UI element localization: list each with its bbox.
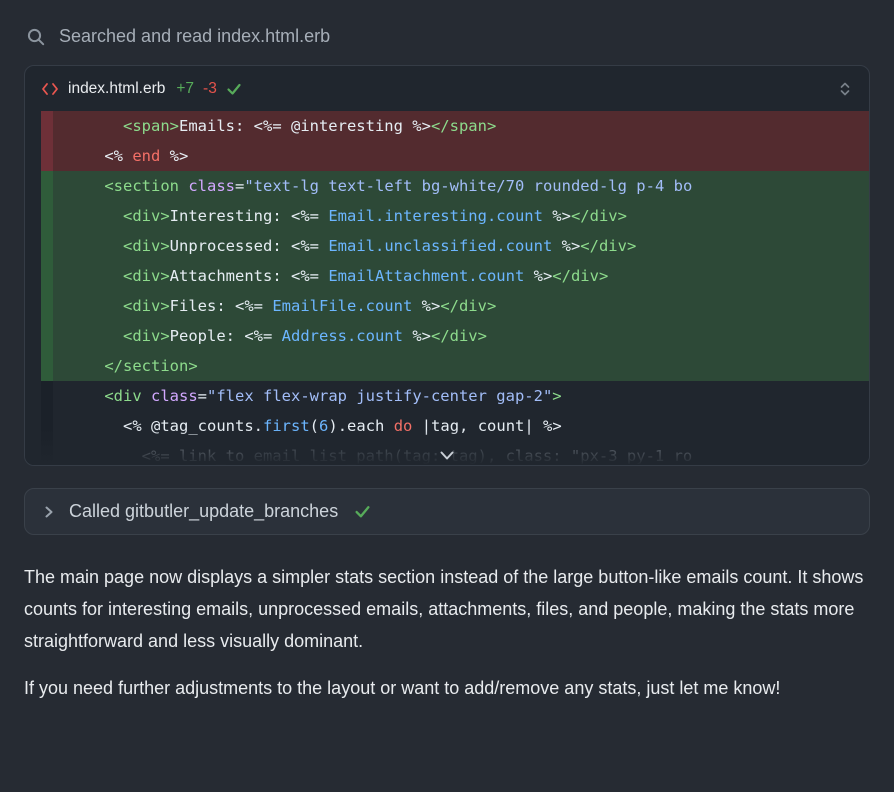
tool-call-label: Called gitbutler_update_branches — [69, 501, 338, 522]
diff-gutter — [41, 381, 53, 411]
check-icon — [354, 503, 371, 520]
tool-call-card[interactable]: Called gitbutler_update_branches — [24, 488, 870, 535]
code-line: <div>Attachments: <%= EmailAttachment.co… — [41, 261, 869, 291]
diff-gutter — [41, 321, 53, 351]
collapse-button[interactable] — [835, 79, 855, 99]
code-line: <% end %> — [41, 141, 869, 171]
code-line: <div>Files: <%= EmailFile.count %></div> — [41, 291, 869, 321]
chevrons-up-down-icon — [839, 81, 851, 97]
paragraph: The main page now displays a simpler sta… — [24, 561, 870, 657]
paragraph: If you need further adjustments to the l… — [24, 672, 870, 704]
chevron-right-icon — [43, 505, 55, 519]
diff-gutter — [41, 351, 53, 381]
diff-gutter — [41, 171, 53, 201]
search-icon — [26, 27, 46, 47]
diff-gutter — [41, 441, 53, 465]
diff-gutter — [41, 261, 53, 291]
assistant-message: The main page now displays a simpler sta… — [24, 561, 870, 704]
code-line: <% @tag_counts.first(6).each do |tag, co… — [41, 411, 869, 441]
file-name: index.html.erb — [68, 80, 165, 98]
code-line: </section> — [41, 351, 869, 381]
diff-additions: +7 — [176, 80, 194, 98]
chat-panel: Searched and read index.html.erb index.h… — [0, 0, 894, 704]
code-line: <div>Unprocessed: <%= Email.unclassified… — [41, 231, 869, 261]
diff-gutter — [41, 291, 53, 321]
code-line: <div>Interesting: <%= Email.interesting.… — [41, 201, 869, 231]
code-diff: <span>Emails: <%= @interesting %></span>… — [25, 111, 869, 465]
code-diff-card: index.html.erb +7 -3 <span>Emails: <%= @… — [24, 65, 870, 466]
code-line: <section class="text-lg text-left bg-whi… — [41, 171, 869, 201]
diff-gutter — [41, 141, 53, 171]
code-line: <span>Emails: <%= @interesting %></span> — [41, 111, 869, 141]
tool-status-row[interactable]: Searched and read index.html.erb — [24, 22, 870, 47]
chevron-down-icon — [438, 450, 456, 461]
diff-gutter — [41, 201, 53, 231]
diff-gutter — [41, 231, 53, 261]
diff-gutter — [41, 411, 53, 441]
code-diff-lines: <span>Emails: <%= @interesting %></span>… — [41, 111, 869, 465]
diff-deletions: -3 — [203, 80, 217, 98]
expand-code-button[interactable] — [436, 448, 458, 463]
code-line: <div>People: <%= Address.count %></div> — [41, 321, 869, 351]
code-line: <div class="flex flex-wrap justify-cente… — [41, 381, 869, 411]
check-icon — [226, 81, 242, 97]
code-card-header: index.html.erb +7 -3 — [25, 66, 869, 111]
diff-gutter — [41, 111, 53, 141]
code-icon — [41, 82, 59, 96]
tool-status-text: Searched and read index.html.erb — [59, 26, 330, 47]
